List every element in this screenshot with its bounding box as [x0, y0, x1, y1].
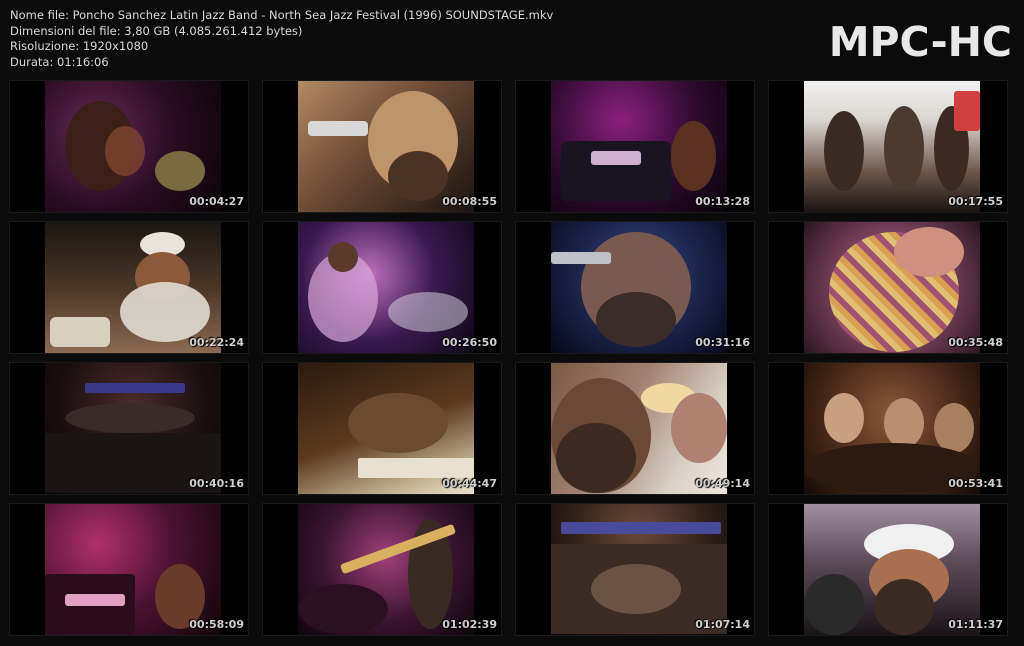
video-frame — [804, 81, 980, 212]
timestamp: 00:35:48 — [948, 336, 1003, 349]
thumbnail[interactable]: 00:40:16 — [9, 362, 249, 495]
video-frame — [551, 81, 727, 212]
video-frame — [804, 222, 980, 353]
timestamp: 00:22:24 — [189, 336, 244, 349]
thumbnail[interactable]: 00:04:27 — [9, 80, 249, 213]
thumbnail[interactable]: 00:13:28 — [515, 80, 755, 213]
thumbnail[interactable]: 01:07:14 — [515, 503, 755, 636]
video-frame — [804, 363, 980, 494]
video-frame — [551, 363, 727, 494]
thumbnail[interactable]: 01:02:39 — [262, 503, 502, 636]
thumbnail[interactable]: 00:08:55 — [262, 80, 502, 213]
file-duration: Durata: 01:16:06 — [10, 54, 109, 69]
timestamp: 00:26:50 — [442, 336, 497, 349]
file-resolution: Risoluzione: 1920x1080 — [10, 39, 149, 53]
mpc-hc-logo: MPC-HC — [828, 18, 1012, 66]
video-frame — [298, 363, 474, 494]
file-name: Nome file: Poncho Sanchez Latin Jazz Ban… — [10, 8, 554, 22]
thumbnail[interactable]: 00:35:48 — [768, 221, 1008, 354]
timestamp: 00:49:14 — [695, 477, 750, 490]
thumbnail-grid: 00:04:27 00:08:55 00:13:28 00:17:55 00:2… — [9, 80, 1016, 636]
thumbnail[interactable]: 01:11:37 — [768, 503, 1008, 636]
thumbnail[interactable]: 00:44:47 — [262, 362, 502, 495]
timestamp: 00:08:55 — [442, 195, 497, 208]
timestamp: 00:53:41 — [948, 477, 1003, 490]
thumbnail[interactable]: 00:31:16 — [515, 221, 755, 354]
video-frame — [45, 81, 221, 212]
thumbnail[interactable]: 00:26:50 — [262, 221, 502, 354]
timestamp: 00:58:09 — [189, 618, 244, 631]
timestamp: 00:31:16 — [695, 336, 750, 349]
thumbnail[interactable]: 00:22:24 — [9, 221, 249, 354]
video-frame — [298, 81, 474, 212]
timestamp: 01:02:39 — [442, 618, 497, 631]
thumbnail[interactable]: 00:49:14 — [515, 362, 755, 495]
thumbnail[interactable]: 00:17:55 — [768, 80, 1008, 213]
video-frame — [298, 504, 474, 635]
video-frame — [45, 222, 221, 353]
video-frame — [551, 504, 727, 635]
file-size: Dimensioni del file: 3,80 GB (4.085.261.… — [10, 23, 303, 38]
video-frame — [551, 222, 727, 353]
timestamp: 00:44:47 — [442, 477, 497, 490]
timestamp: 00:17:55 — [948, 195, 1003, 208]
file-info: Nome file: Poncho Sanchez Latin Jazz Ban… — [10, 8, 553, 70]
thumbnail-sheet: Nome file: Poncho Sanchez Latin Jazz Ban… — [0, 0, 1024, 646]
timestamp: 01:07:14 — [695, 618, 750, 631]
thumbnail[interactable]: 00:58:09 — [9, 503, 249, 636]
thumbnail[interactable]: 00:53:41 — [768, 362, 1008, 495]
video-frame — [45, 363, 221, 494]
timestamp: 00:04:27 — [189, 195, 244, 208]
video-frame — [298, 222, 474, 353]
video-frame — [45, 504, 221, 635]
timestamp: 00:13:28 — [695, 195, 750, 208]
timestamp: 01:11:37 — [948, 618, 1003, 631]
video-frame — [804, 504, 980, 635]
timestamp: 00:40:16 — [189, 477, 244, 490]
